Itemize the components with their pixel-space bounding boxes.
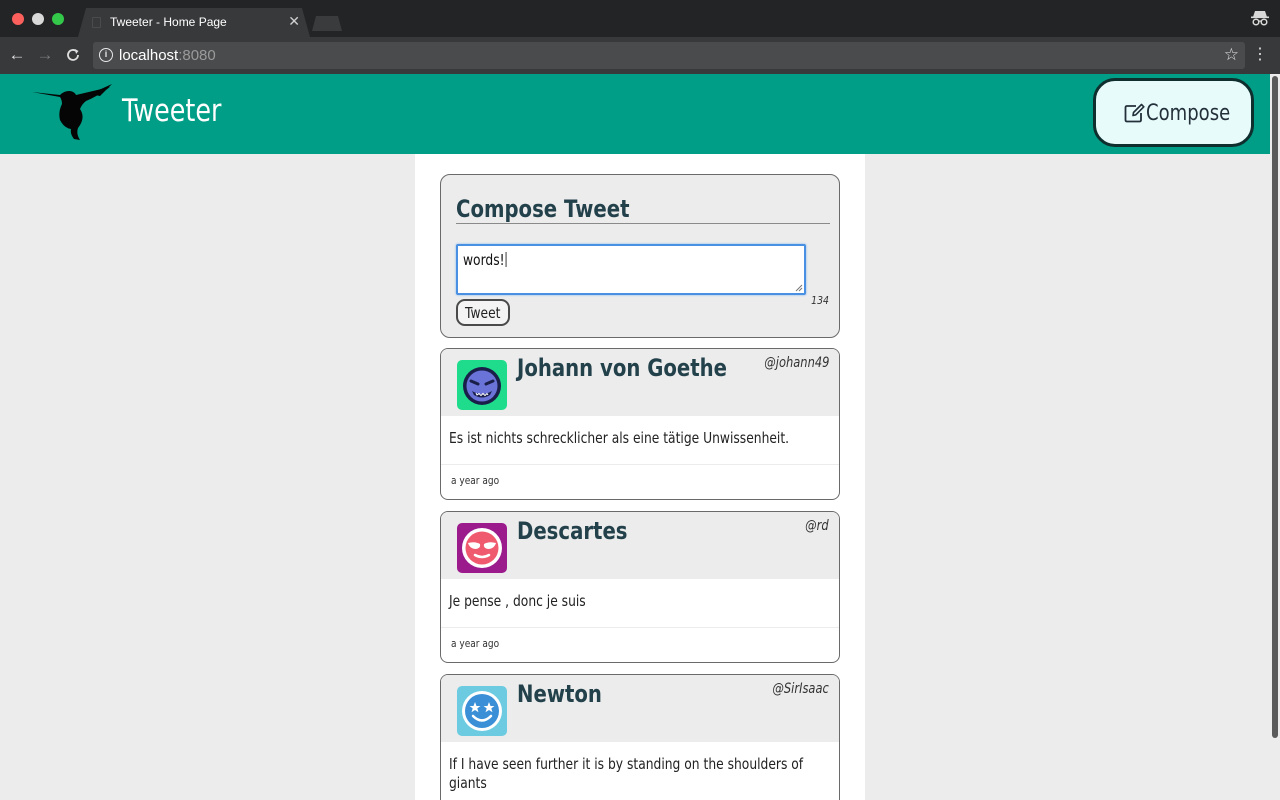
compose-tweet-panel: Compose Tweet words! Tweet 134 [440,174,840,338]
tab-title: Tweeter - Home Page [110,15,227,29]
tweet-author-handle: @johann49 [763,355,829,371]
forward-arrow-icon[interactable]: → [36,46,54,64]
tweet-footer-divider [441,627,839,628]
page-favicon-icon [92,17,101,28]
compose-button-label: Compose [1146,101,1231,126]
browser-tab[interactable]: Tweeter - Home Page ✕ [78,8,310,37]
tweet-card: Johann von Goethe @johann49 Es ist nicht… [440,348,840,500]
devil-face-icon [457,360,507,410]
tweet-textarea-value: words! [463,251,507,269]
reload-icon[interactable] [64,46,82,64]
tweet-text-content: If I have seen further it is by standing… [449,755,804,792]
maximize-window-button[interactable] [52,13,64,25]
bookmark-star-icon[interactable]: ☆ [1224,45,1239,65]
sunglasses-face-icon [457,523,507,573]
tweet-author-handle: @rd [805,518,829,534]
tweet-button-label: Tweet [465,304,501,322]
edit-icon [1124,103,1145,123]
url-text: localhost:8080 [119,47,216,64]
tweet-text-content: Es ist nichts schrecklicher als eine tät… [449,429,790,447]
compose-tweet-heading: Compose Tweet [456,195,630,223]
tweet-text: Es ist nichts schrecklicher als eine tät… [449,429,829,448]
tweet-timestamp: a year ago [451,637,500,650]
tweet-header: Newton @SirIsaac [441,675,839,742]
tweet-text-content: Je pense , donc je suis [449,592,586,610]
scrollbar-thumb[interactable] [1272,76,1278,738]
back-arrow-icon[interactable]: ← [8,46,26,64]
tweet-author-name: Descartes [517,517,628,545]
site-info-icon[interactable]: i [99,48,113,62]
text-caret [505,252,507,267]
browser-tab-bar: Tweeter - Home Page ✕ [0,0,1280,37]
star-eyes-face-icon [457,686,507,736]
tweet-textarea-text: words! [463,251,505,269]
character-counter: 134 [811,294,829,307]
tweet-author-handle: @SirIsaac [772,681,829,697]
minimize-window-button[interactable] [32,13,44,25]
close-window-button[interactable] [12,13,24,25]
resize-grip-icon[interactable] [795,284,803,292]
hummingbird-logo-icon [32,84,112,140]
tweet-textarea[interactable]: words! [456,244,806,295]
tweet-author-name: Newton [517,680,602,708]
tab-close-icon[interactable]: ✕ [288,14,300,28]
compose-button[interactable]: Compose [1093,78,1254,147]
tweet-card: Descartes @rd Je pense , donc je suis a … [440,511,840,663]
tweet-text: If I have seen further it is by standing… [449,755,829,793]
new-tab-button[interactable] [312,16,342,31]
tweet-submit-button[interactable]: Tweet [456,299,510,326]
browser-menu-icon[interactable]: ⋮ [1252,46,1268,64]
app-header: Tweeter Compose [0,74,1270,154]
tweet-author-name: Johann von Goethe [517,354,728,382]
browser-toolbar: ← → i localhost:8080 ☆ ⋮ [0,37,1280,74]
incognito-icon [1251,11,1269,26]
tweet-text: Je pense , donc je suis [449,592,829,611]
tweet-timestamp: a year ago [451,474,500,487]
tweet-footer-divider [441,464,839,465]
heading-divider [456,223,830,224]
page-scrollbar[interactable] [1270,74,1280,800]
address-bar[interactable]: i localhost:8080 ☆ [93,42,1245,69]
tweet-card: Newton @SirIsaac If I have seen further … [440,674,840,800]
tweet-header: Johann von Goethe @johann49 [441,349,839,416]
url-port: :8080 [178,47,216,64]
brand-title: Tweeter [122,93,222,129]
tweet-header: Descartes @rd [441,512,839,579]
url-host: localhost [119,47,179,64]
page-viewport: Tweeter Compose Compose Tweet words! Twe… [0,74,1280,800]
main-container: Compose Tweet words! Tweet 134 Johann vo… [415,154,865,800]
